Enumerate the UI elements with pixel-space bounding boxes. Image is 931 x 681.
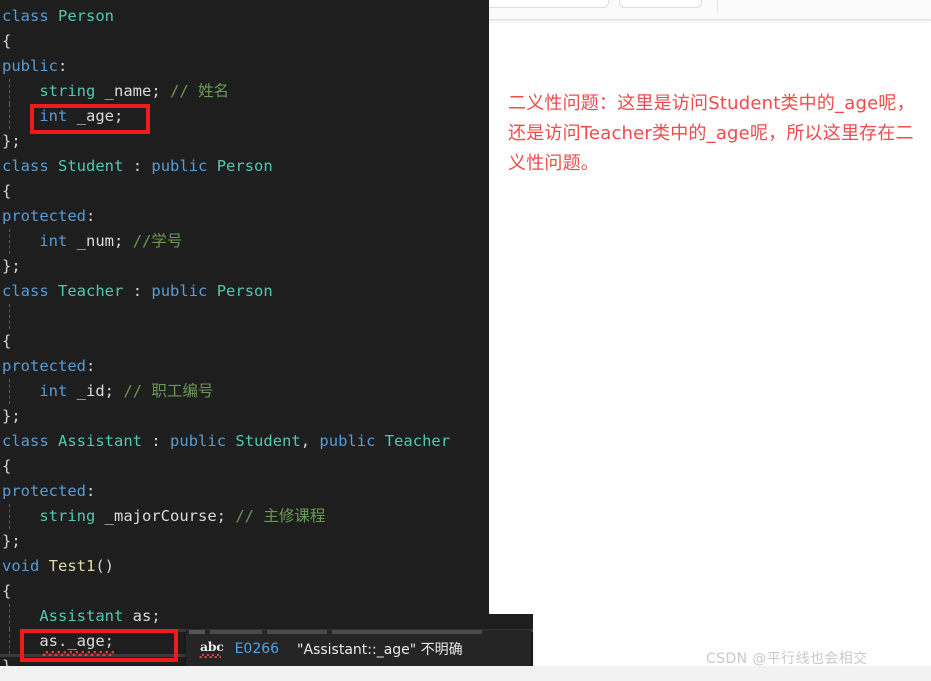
code-line[interactable]: class Student : public Person <box>0 154 489 179</box>
indent-guide <box>9 629 10 654</box>
code-line[interactable]: Assistant as; <box>0 604 489 629</box>
toolbar-divider <box>717 0 718 12</box>
indent-guide <box>9 304 10 329</box>
error-tooltip[interactable]: abc E0266 "Assistant::_age" 不明确 <box>186 630 531 668</box>
code-line[interactable]: int _num; //学号 <box>0 229 489 254</box>
indent-guide <box>9 604 10 629</box>
code-line[interactable]: }; <box>0 529 489 554</box>
error-message: "Assistant::_age" 不明确 <box>297 642 463 658</box>
code-line[interactable]: class Teacher : public Person <box>0 279 489 304</box>
code-line[interactable]: int _id; // 职工编号 <box>0 379 489 404</box>
indent-guide <box>9 104 10 129</box>
csdn-watermark: CSDN @平行线也会相交 <box>706 651 868 667</box>
code-line[interactable]: { <box>0 179 489 204</box>
code-line[interactable]: public: <box>0 54 489 79</box>
code-line[interactable]: }; <box>0 404 489 429</box>
indent-guide <box>9 504 10 529</box>
code-line[interactable]: string _majorCourse; // 主修课程 <box>0 504 489 529</box>
code-line[interactable]: { <box>0 454 489 479</box>
code-line[interactable]: class Person <box>0 4 489 29</box>
code-line[interactable]: }; <box>0 254 489 279</box>
indent-guide <box>9 79 10 104</box>
bottom-strip <box>0 666 931 681</box>
indent-guide <box>9 229 10 254</box>
code-line[interactable]: string _name; // 姓名 <box>0 79 489 104</box>
error-squiggle-underline <box>42 651 114 656</box>
code-line[interactable]: protected: <box>0 479 489 504</box>
code-line[interactable]: protected: <box>0 204 489 229</box>
code-editor[interactable]: class Person{public: string _name; // 姓名… <box>0 0 489 666</box>
annotation-text: 二义性问题：这里是访问Student类中的_age呢，还是访问Teacher类中… <box>508 93 915 174</box>
code-line[interactable]: }; <box>0 129 489 154</box>
abc-spellcheck-icon: abc <box>199 641 224 658</box>
code-line[interactable]: class Assistant : public Student, public… <box>0 429 489 454</box>
code-line[interactable]: { <box>0 29 489 54</box>
code-line[interactable]: protected: <box>0 354 489 379</box>
code-line[interactable]: { <box>0 579 489 604</box>
error-code: E0266 <box>234 641 280 657</box>
code-content[interactable]: class Person{public: string _name; // 姓名… <box>0 4 489 666</box>
code-line[interactable]: void Test1() <box>0 554 489 579</box>
toolbar-secondary-input[interactable] <box>619 0 702 8</box>
code-line[interactable] <box>0 304 489 329</box>
tooltip-tab-marks <box>186 630 531 634</box>
code-line[interactable]: int _age; <box>0 104 489 129</box>
indent-guide <box>9 379 10 404</box>
code-line[interactable]: { <box>0 329 489 354</box>
